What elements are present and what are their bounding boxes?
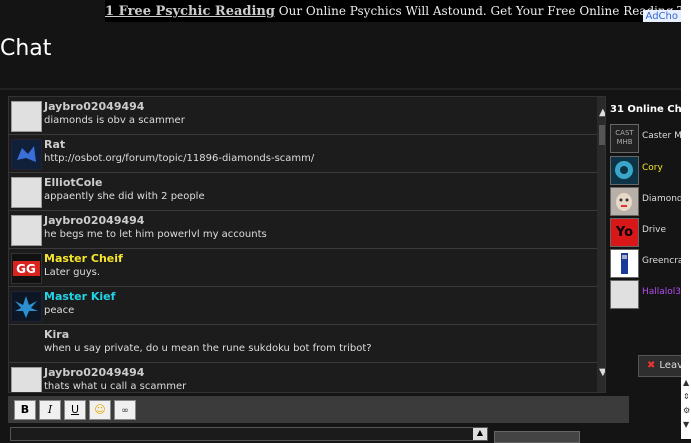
format-toolbar: B I U ☺ ∞ (8, 396, 629, 423)
online-user[interactable]: Cory (610, 156, 681, 186)
emoticon-button[interactable]: ☺ (89, 400, 111, 420)
message-author[interactable]: Master Kief (44, 290, 115, 303)
leave-label: Leav (659, 360, 683, 371)
chat-message: Jaybro02049494 he begs me to let him pow… (9, 211, 605, 249)
avatar (610, 280, 639, 309)
scroll-down-icon[interactable]: ▼ (599, 367, 605, 378)
online-username[interactable]: Greencrac (642, 256, 681, 266)
message-link[interactable]: http://osbot.org/forum/topic/11896-diamo… (44, 153, 314, 164)
avatar[interactable] (11, 367, 42, 392)
svg-text:GG: GG (16, 262, 36, 276)
italic-button[interactable]: I (39, 400, 61, 420)
online-username[interactable]: Diamonds (642, 194, 681, 204)
avatar-image-icon (615, 161, 633, 179)
gg-logo-icon: GG (13, 261, 40, 276)
chat-message: GG Master Cheif Later guys. (9, 249, 605, 287)
ad-banner[interactable]: 1 Free Psychic Reading Our Online Psychi… (105, 0, 681, 22)
avatar (610, 249, 639, 278)
online-username[interactable]: Hallalol3 (642, 287, 681, 297)
rat-logo-icon (17, 146, 36, 162)
message-text: thats what u call a scammer (44, 381, 187, 392)
message-text: diamonds is obv a scammer (44, 115, 185, 126)
avatar[interactable] (11, 329, 42, 360)
adchoices-badge[interactable]: AdCho (642, 10, 681, 22)
chat-messages-panel[interactable]: Jaybro02049494 diamonds is obv a scammer… (8, 96, 606, 393)
online-count-title: 31 Online Chat (610, 104, 691, 115)
avatar (610, 187, 639, 216)
message-text: Later guys. (44, 267, 101, 278)
input-scroll-up-icon[interactable]: ▲ (473, 428, 487, 440)
avatar[interactable]: GG (11, 253, 42, 284)
scroll-up-icon[interactable]: ▲ (683, 378, 689, 387)
leaf-icon (15, 296, 38, 318)
chat-message: ElliotCole appaently she did with 2 peop… (9, 173, 605, 211)
scroll-up-icon[interactable]: ▲ (599, 107, 605, 118)
message-author[interactable]: Jaybro02049494 (44, 214, 144, 227)
message-author[interactable]: Jaybro02049494 (44, 100, 144, 113)
message-text: peace (44, 305, 75, 316)
divider (0, 88, 681, 90)
chat-message: Master Kief peace (9, 287, 605, 325)
online-user[interactable]: Greencrac (610, 249, 681, 279)
message-author[interactable]: Jaybro02049494 (44, 366, 144, 379)
avatar-image-icon (621, 253, 628, 274)
online-username[interactable]: Cory (642, 163, 663, 173)
settings-icon[interactable]: ⚙ (683, 406, 690, 415)
message-text: appaently she did with 2 people (44, 191, 205, 202)
chat-message: Jaybro02049494 diamonds is obv a scammer (9, 97, 605, 135)
message-author[interactable]: Rat (44, 138, 65, 151)
close-icon: ✖ (647, 360, 656, 371)
scroll-thumb[interactable] (599, 125, 605, 145)
send-button[interactable] (494, 431, 580, 443)
message-author[interactable]: Master Cheif (44, 252, 123, 265)
online-user[interactable]: CASTMHB Caster MH (610, 124, 681, 154)
messages-scrollbar[interactable]: ▲ ▼ (597, 97, 605, 392)
avatar[interactable] (11, 291, 42, 322)
online-user[interactable]: Yo Drive (610, 218, 681, 248)
avatar (610, 156, 639, 185)
avatar[interactable] (11, 101, 42, 132)
message-text: he begs me to let him powerlvl my accoun… (44, 229, 267, 240)
page-scrollbar[interactable]: ▲ ⇕ ⚙ ▼ (681, 0, 691, 439)
avatar[interactable] (11, 177, 42, 208)
chat-message: Jaybro02049494 thats what u call a scamm… (9, 363, 605, 392)
online-user[interactable]: Hallalol3 (610, 280, 681, 310)
avatar-image-icon (616, 193, 632, 211)
more-options-button[interactable]: ∞ (114, 400, 136, 420)
message-author[interactable]: Kira (44, 328, 69, 341)
avatar: CAST MHB (610, 124, 639, 153)
underline-button[interactable]: U (64, 400, 86, 420)
avatar[interactable] (11, 215, 42, 246)
online-username[interactable]: Drive (642, 225, 666, 235)
chat-message: Kira when u say private, do u mean the r… (9, 325, 605, 363)
online-username[interactable]: Caster MH (642, 131, 681, 141)
chat-message: Rat http://osbot.org/forum/topic/11896-d… (9, 135, 605, 173)
bold-button[interactable]: B (14, 400, 36, 420)
message-text: when u say private, do u mean the rune s… (44, 343, 372, 354)
ad-text: Our Online Psychics Will Astound. Get Yo… (278, 4, 681, 18)
avatar[interactable] (11, 139, 42, 170)
link-icon: ∞ (121, 406, 129, 416)
scroll-down-icon[interactable]: ▼ (683, 420, 689, 429)
ad-link[interactable]: 1 Free Psychic Reading (105, 4, 275, 19)
page-title: Chat (0, 36, 52, 61)
scroll-icon[interactable]: ⇕ (683, 392, 690, 401)
smiley-icon: ☺ (94, 403, 106, 416)
message-author[interactable]: ElliotCole (44, 176, 103, 189)
online-user[interactable]: Diamonds (610, 187, 681, 217)
avatar: Yo (610, 218, 639, 247)
